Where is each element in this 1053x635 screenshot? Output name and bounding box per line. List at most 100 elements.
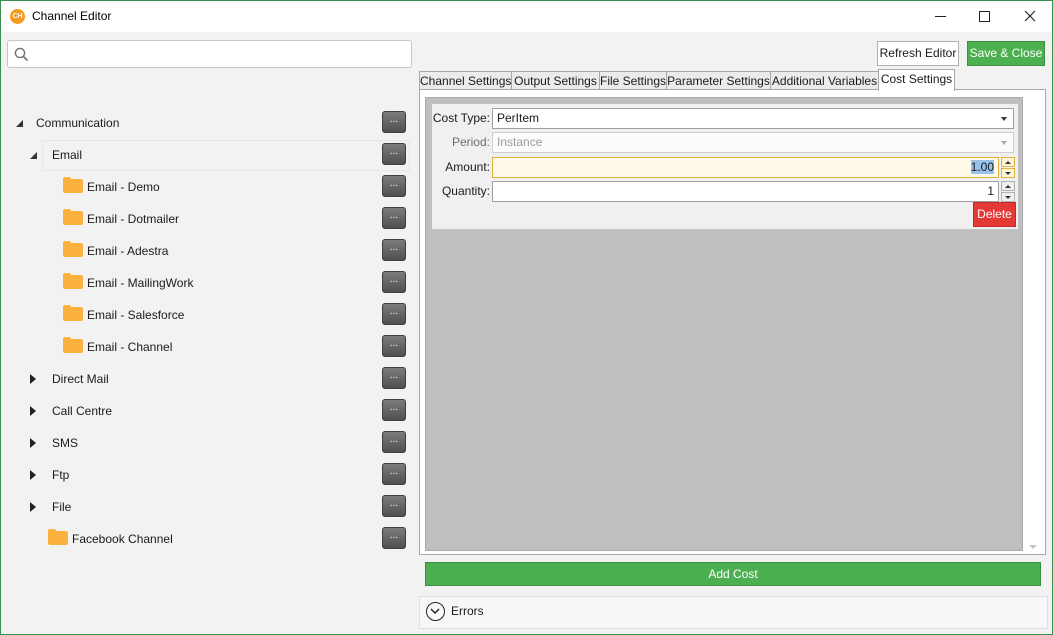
amount-value: 1.00 <box>970 160 994 174</box>
channel-editor-window: CH Channel Editor Communication... Email.… <box>0 0 1053 635</box>
save-close-button[interactable]: Save & Close <box>967 41 1045 66</box>
scroll-down-icon[interactable] <box>1029 545 1037 549</box>
amount-increment-icon[interactable] <box>1001 157 1015 167</box>
delete-cost-button[interactable]: Delete <box>973 202 1016 227</box>
cost-type-value: PerItem <box>497 111 540 125</box>
amount-stepper[interactable] <box>1001 157 1015 178</box>
quantity-value: 1 <box>987 184 994 198</box>
tree-item-label: Email - Salesforce <box>87 308 185 322</box>
quantity-increment-icon[interactable] <box>1001 181 1015 191</box>
tab-file-settings[interactable]: File Settings <box>599 71 667 90</box>
more-options-button[interactable]: ... <box>382 463 406 485</box>
close-icon[interactable] <box>1007 1 1052 32</box>
amount-input[interactable]: 1.00 <box>492 157 999 178</box>
folder-icon <box>63 305 83 321</box>
expand-arrow-open-icon[interactable] <box>16 120 23 127</box>
tree-item-label: Email - Dotmailer <box>87 212 180 226</box>
period-value: Instance <box>497 135 543 149</box>
more-options-button[interactable]: ... <box>382 143 406 165</box>
tree-item-label: Direct Mail <box>52 372 109 386</box>
errors-expander[interactable]: Errors <box>419 596 1048 629</box>
tree-item-label: File <box>52 500 72 514</box>
amount-decrement-icon[interactable] <box>1001 168 1015 178</box>
tab-parameter-settings[interactable]: Parameter Settings <box>666 71 771 90</box>
add-cost-button[interactable]: Add Cost <box>425 562 1041 586</box>
tree-item[interactable]: Call Centre... <box>1 396 413 426</box>
tree-item-label: Email - Demo <box>87 180 160 194</box>
folder-icon <box>48 529 68 545</box>
more-options-button[interactable]: ... <box>382 495 406 517</box>
tree-item[interactable]: File... <box>1 492 413 522</box>
errors-label: Errors <box>451 604 484 618</box>
tree-item[interactable]: Email - Demo... <box>1 172 413 202</box>
tab-channel-settings[interactable]: Channel Settings <box>419 71 512 90</box>
search-box[interactable] <box>7 40 412 68</box>
more-options-button[interactable]: ... <box>382 111 406 133</box>
quantity-stepper[interactable] <box>1001 181 1015 202</box>
folder-icon <box>63 209 83 225</box>
more-options-button[interactable]: ... <box>382 367 406 389</box>
tab-output-settings[interactable]: Output Settings <box>511 71 600 90</box>
search-input[interactable] <box>34 44 404 64</box>
period-select: Instance <box>492 132 1014 153</box>
period-label: Period: <box>451 135 490 149</box>
tree-item[interactable]: Communication... <box>1 108 413 138</box>
tree-item-label: Facebook Channel <box>72 532 173 546</box>
vertical-scrollbar[interactable] <box>1026 97 1040 551</box>
chevron-down-icon <box>1001 117 1007 121</box>
quantity-label: Quantity: <box>441 184 490 198</box>
folder-icon <box>63 241 83 257</box>
cost-settings-panel: Cost Type: PerItem Period: Instance Amou… <box>419 89 1046 555</box>
tree-item[interactable]: Email - Salesforce... <box>1 300 413 330</box>
tree-item[interactable]: SMS... <box>1 428 413 458</box>
quantity-input[interactable]: 1 <box>492 181 999 202</box>
cost-type-select[interactable]: PerItem <box>492 108 1014 129</box>
tree-item-label: SMS <box>52 436 79 450</box>
more-options-button[interactable]: ... <box>382 175 406 197</box>
more-options-button[interactable]: ... <box>382 207 406 229</box>
more-options-button[interactable]: ... <box>382 399 406 421</box>
search-icon <box>14 47 29 65</box>
tree-item[interactable]: Email... <box>1 140 413 171</box>
tab-additional-variables[interactable]: Additional Variables <box>770 71 879 90</box>
folder-icon <box>63 177 83 193</box>
expand-arrow-closed-icon[interactable] <box>30 502 36 512</box>
more-options-button[interactable]: ... <box>382 303 406 325</box>
tree-item-label: Email <box>52 148 83 162</box>
chevron-down-icon <box>1001 141 1007 145</box>
cost-type-label: Cost Type: <box>432 111 490 125</box>
tree-item-label: Communication <box>36 116 120 130</box>
expand-arrow-closed-icon[interactable] <box>30 438 36 448</box>
quantity-decrement-icon[interactable] <box>1001 192 1015 202</box>
refresh-editor-button[interactable]: Refresh Editor <box>877 41 959 66</box>
more-options-button[interactable]: ... <box>382 527 406 549</box>
selection-highlight <box>42 140 410 171</box>
tree-item-label: Ftp <box>52 468 70 482</box>
amount-label: Amount: <box>445 160 490 174</box>
title-bar: CH Channel Editor <box>1 1 1052 32</box>
cost-item-card: Cost Type: PerItem Period: Instance Amou… <box>431 103 1019 230</box>
more-options-button[interactable]: ... <box>382 335 406 357</box>
expand-arrow-closed-icon[interactable] <box>30 470 36 480</box>
tree-item[interactable]: Email - Adestra... <box>1 236 413 266</box>
tree-item-label: Email - Adestra <box>87 244 169 258</box>
tree-item[interactable]: Ftp... <box>1 460 413 490</box>
cost-list-area: Cost Type: PerItem Period: Instance Amou… <box>425 97 1023 551</box>
tree-item[interactable]: Facebook Channel... <box>1 524 413 554</box>
tab-cost-settings[interactable]: Cost Settings <box>878 69 955 91</box>
expand-arrow-closed-icon[interactable] <box>30 374 36 384</box>
minimize-icon[interactable] <box>917 1 963 32</box>
expand-arrow-closed-icon[interactable] <box>30 406 36 416</box>
maximize-icon[interactable] <box>961 1 1007 32</box>
window-title: Channel Editor <box>32 9 112 23</box>
tree-item[interactable]: Email - Dotmailer... <box>1 204 413 234</box>
tree-item[interactable]: Email - MailingWork... <box>1 268 413 298</box>
more-options-button[interactable]: ... <box>382 239 406 261</box>
expand-arrow-open-icon[interactable] <box>30 152 37 159</box>
folder-icon <box>63 273 83 289</box>
more-options-button[interactable]: ... <box>382 431 406 453</box>
tree-item[interactable]: Email - Channel... <box>1 332 413 362</box>
more-options-button[interactable]: ... <box>382 271 406 293</box>
tree-item[interactable]: Direct Mail... <box>1 364 413 394</box>
chevron-down-icon[interactable] <box>426 602 445 621</box>
